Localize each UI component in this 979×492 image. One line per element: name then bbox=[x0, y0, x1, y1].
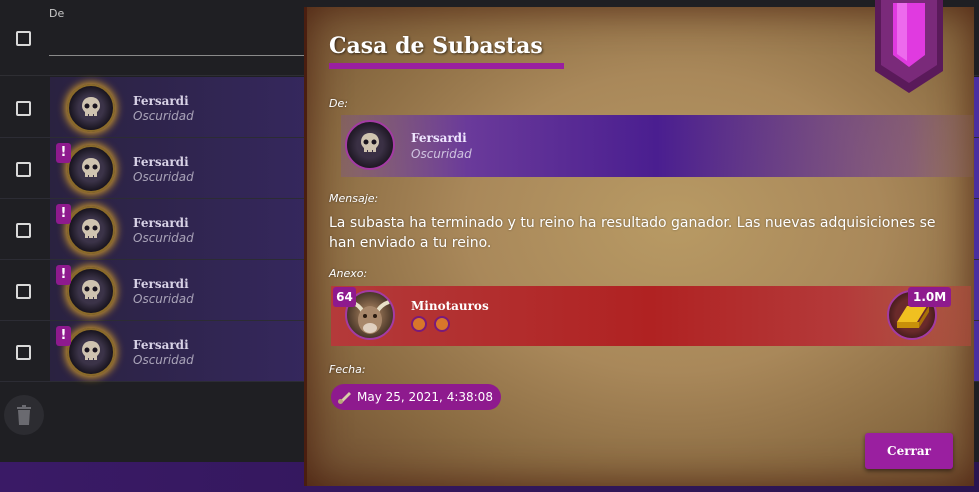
scroll-icon bbox=[338, 392, 351, 404]
avatar bbox=[67, 206, 115, 254]
trait-icon bbox=[411, 316, 427, 332]
sender-faction: Oscuridad bbox=[133, 292, 194, 306]
app-root: De Fersardi Oscuridad ! Fersardi Oscurid… bbox=[0, 0, 979, 492]
attachment-label: Anexo: bbox=[329, 267, 368, 280]
sender-faction: Oscuridad bbox=[133, 170, 194, 184]
sender-faction: Oscuridad bbox=[133, 353, 194, 367]
unit-name: Minotauros bbox=[411, 299, 489, 313]
skull-icon bbox=[82, 341, 100, 360]
sender-name: Fersardi bbox=[133, 94, 189, 108]
gold-amount: 1.0M bbox=[908, 287, 952, 307]
message-body: La subasta ha terminado y tu reino ha re… bbox=[329, 215, 936, 251]
unread-badge: ! bbox=[56, 143, 71, 163]
sender-name: Fersardi bbox=[133, 277, 189, 291]
date-label: Fecha: bbox=[329, 363, 366, 376]
row-checkbox[interactable] bbox=[16, 345, 31, 360]
from-filter-input[interactable] bbox=[49, 55, 309, 56]
trash-icon bbox=[17, 405, 31, 425]
row-checkbox[interactable] bbox=[16, 101, 31, 116]
sender-bar bbox=[341, 115, 973, 177]
sender-name: Fersardi bbox=[133, 155, 189, 169]
avatar bbox=[345, 120, 395, 170]
sender-name: Fersardi bbox=[133, 216, 189, 230]
unit-level-badge: 64 bbox=[333, 287, 356, 307]
from-column-label: De bbox=[49, 7, 65, 20]
message-modal: Casa de Subastas De: Fersardi Oscuridad … bbox=[304, 0, 974, 486]
skull-icon bbox=[82, 219, 100, 238]
row-checkbox[interactable] bbox=[16, 284, 31, 299]
row-checkbox[interactable] bbox=[16, 162, 31, 177]
skull-icon bbox=[82, 158, 100, 177]
unread-badge: ! bbox=[56, 326, 71, 346]
from-label: De: bbox=[329, 97, 348, 110]
banner-icon bbox=[875, 0, 943, 93]
delete-button[interactable] bbox=[4, 395, 44, 435]
unit-traits bbox=[411, 316, 452, 332]
date-badge: May 25, 2021, 4:38:08 bbox=[331, 384, 501, 410]
date-value: May 25, 2021, 4:38:08 bbox=[357, 390, 493, 404]
avatar bbox=[67, 84, 115, 132]
sender-name: Fersardi bbox=[133, 338, 189, 352]
title-underline bbox=[329, 63, 564, 69]
sender-faction: Oscuridad bbox=[133, 109, 194, 123]
unread-badge: ! bbox=[56, 204, 71, 224]
unread-badge: ! bbox=[56, 265, 71, 285]
skull-icon bbox=[361, 133, 379, 152]
avatar bbox=[67, 145, 115, 193]
modal-title: Casa de Subastas bbox=[329, 33, 543, 59]
avatar bbox=[67, 328, 115, 376]
sender-faction: Oscuridad bbox=[133, 231, 194, 245]
skull-icon bbox=[82, 97, 100, 116]
avatar bbox=[67, 267, 115, 315]
skull-icon bbox=[82, 280, 100, 299]
select-all-checkbox[interactable] bbox=[16, 31, 31, 46]
message-label: Mensaje: bbox=[329, 192, 379, 205]
fist-icon bbox=[434, 316, 451, 332]
sender-name: Fersardi bbox=[411, 131, 467, 145]
close-button[interactable]: Cerrar bbox=[865, 433, 953, 469]
row-checkbox[interactable] bbox=[16, 223, 31, 238]
sender-faction: Oscuridad bbox=[411, 147, 472, 161]
